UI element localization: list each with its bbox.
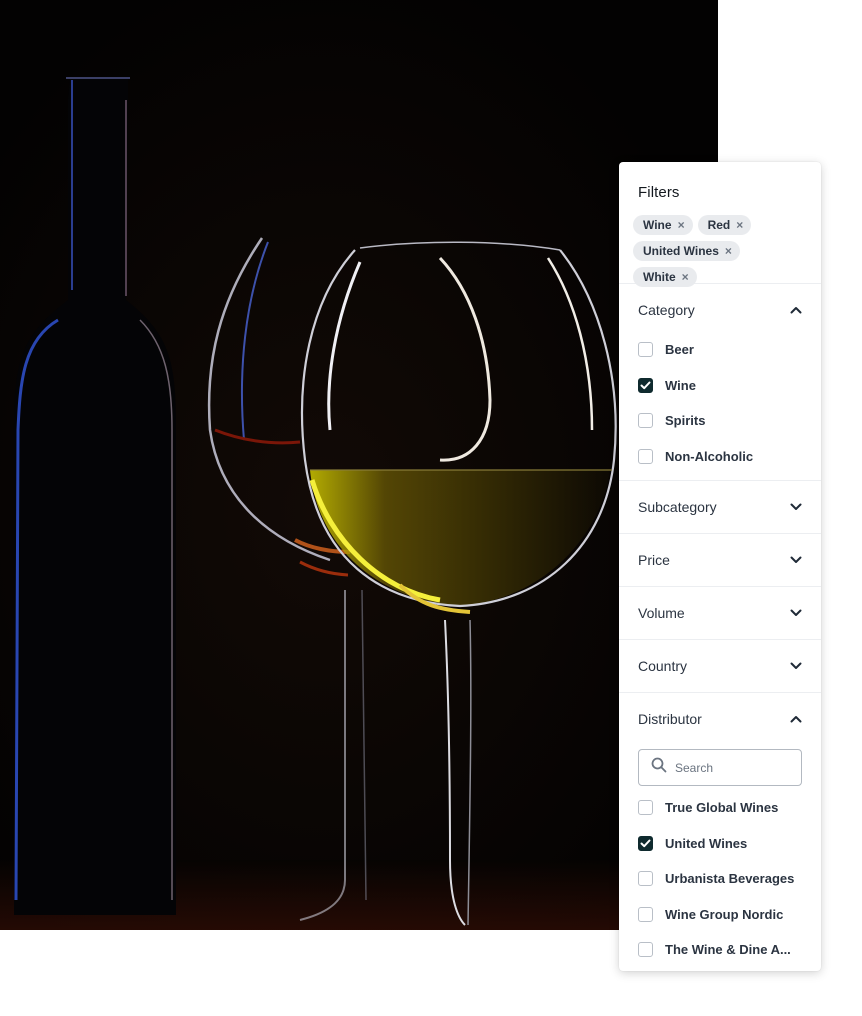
checkbox[interactable] — [638, 413, 653, 429]
filter-chip-wine[interactable]: Wine × — [633, 215, 693, 235]
filter-chip-united-wines[interactable]: United Wines × — [633, 241, 740, 261]
filters-title: Filters — [638, 184, 680, 201]
chip-label: White — [643, 270, 676, 284]
checkbox[interactable] — [638, 800, 653, 816]
subcategory-header[interactable]: Subcategory — [619, 481, 821, 533]
remove-chip-icon[interactable]: × — [736, 219, 743, 231]
checkbox-checked[interactable] — [638, 835, 653, 851]
volume-header[interactable]: Volume — [619, 587, 821, 639]
chevron-down-icon[interactable] — [790, 607, 802, 619]
filter-chip-red[interactable]: Red × — [697, 215, 752, 235]
distributor-section: Distributor True Global Wines United Win… — [619, 693, 821, 974]
remove-chip-icon[interactable]: × — [725, 245, 732, 257]
wine-photo — [0, 0, 718, 930]
option-label: Urbanista Beverages — [665, 871, 795, 887]
filters-panel: Filters Wine × Red × United Wines × Whit… — [619, 162, 821, 971]
chevron-down-icon[interactable] — [790, 554, 802, 566]
option-label: Spirits — [665, 413, 706, 429]
distributor-option-united-wines[interactable]: United Wines — [638, 826, 802, 862]
distributor-option-wine-group-nordic[interactable]: Wine Group Nordic — [638, 897, 802, 933]
checkbox[interactable] — [638, 906, 653, 922]
distributor-header[interactable]: Distributor — [619, 693, 821, 745]
remove-chip-icon[interactable]: × — [682, 271, 689, 283]
checkmark-icon — [640, 381, 651, 389]
checkbox[interactable] — [638, 871, 653, 887]
category-title: Category — [638, 302, 695, 318]
option-label: Beer — [665, 342, 694, 358]
distributor-option-urbanista-beverages[interactable]: Urbanista Beverages — [638, 861, 802, 897]
distributor-search[interactable] — [638, 749, 802, 786]
chevron-up-icon[interactable] — [790, 713, 802, 725]
subcategory-title: Subcategory — [638, 499, 717, 515]
checkbox[interactable] — [638, 342, 653, 358]
chip-label: Wine — [643, 218, 672, 232]
country-title: Country — [638, 658, 688, 674]
country-section: Country — [619, 640, 821, 693]
option-label: United Wines — [665, 835, 748, 851]
category-option-spirits[interactable]: Spirits — [638, 403, 802, 439]
category-option-non-alcoholic[interactable]: Non-Alcoholic — [638, 439, 802, 475]
distributor-title: Distributor — [638, 711, 702, 727]
chip-label: United Wines — [643, 244, 719, 258]
wine-illustration — [0, 0, 718, 930]
option-label: Non-Alcoholic — [665, 448, 754, 464]
option-label: Wine — [665, 377, 696, 393]
checkmark-icon — [640, 839, 651, 847]
active-filter-chips: Wine × Red × United Wines × White × — [633, 215, 802, 287]
search-icon — [651, 757, 667, 778]
option-label: True Global Wines — [665, 800, 779, 816]
checkbox-checked[interactable] — [638, 377, 653, 393]
distributor-option-the-wine-and-dine[interactable]: The Wine & Dine A... — [638, 932, 802, 968]
filters-header: Filters Wine × Red × United Wines × Whit… — [619, 162, 821, 287]
option-label: Wine Group Nordic — [665, 906, 784, 922]
category-option-wine[interactable]: Wine — [638, 368, 802, 404]
price-section: Price — [619, 534, 821, 587]
checkbox[interactable] — [638, 942, 653, 958]
volume-section: Volume — [619, 587, 821, 640]
filter-chip-white[interactable]: White × — [633, 267, 697, 287]
chevron-up-icon[interactable] — [790, 304, 802, 316]
price-header[interactable]: Price — [619, 534, 821, 586]
search-input[interactable] — [675, 760, 785, 775]
category-header[interactable]: Category — [619, 284, 821, 336]
chip-label: Red — [707, 218, 731, 232]
distributor-option-true-global-wines[interactable]: True Global Wines — [638, 790, 802, 826]
chevron-down-icon[interactable] — [790, 501, 802, 513]
category-section: Category Beer Wine Spirits Non-Alcoholic — [619, 284, 821, 481]
volume-title: Volume — [638, 605, 685, 621]
category-option-beer[interactable]: Beer — [638, 332, 802, 368]
checkbox[interactable] — [638, 448, 653, 464]
chevron-down-icon[interactable] — [790, 660, 802, 672]
remove-chip-icon[interactable]: × — [678, 219, 685, 231]
country-header[interactable]: Country — [619, 640, 821, 692]
subcategory-section: Subcategory — [619, 481, 821, 534]
price-title: Price — [638, 552, 670, 568]
option-label: The Wine & Dine A... — [665, 942, 791, 958]
